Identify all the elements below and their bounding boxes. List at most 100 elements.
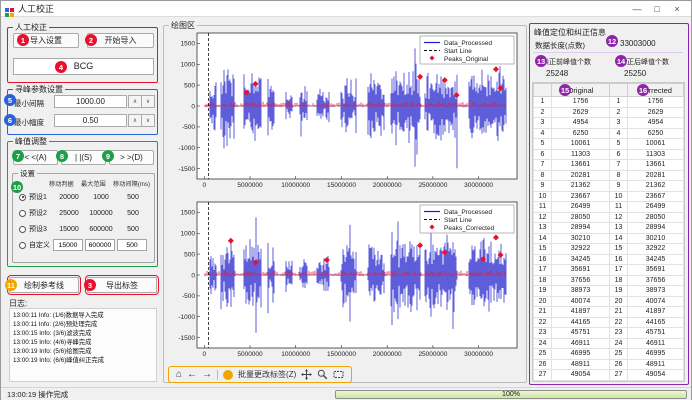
- chart-top[interactable]: 150010005000-500-1000-150005000000100000…: [167, 28, 523, 196]
- annotation-marker-13: 13: [535, 55, 547, 67]
- min-interval-down-icon[interactable]: ∨: [141, 95, 155, 108]
- peaks-table-cell: 20281: [552, 170, 610, 181]
- log-line: 13:00:15 Info: (4/6)寻峰完成: [13, 338, 153, 347]
- rect-zoom-icon[interactable]: [333, 369, 344, 380]
- peaks-table-row[interactable]: 10236671023667: [534, 191, 684, 202]
- peaks-table-cell: 13: [534, 223, 552, 234]
- peaks-table-cell: 10061: [628, 139, 684, 150]
- peaks-table-cell: 35691: [628, 265, 684, 276]
- svg-text:15000000: 15000000: [327, 351, 356, 358]
- log-line: 13:00:11 Info: (2/6)预处理完成: [13, 320, 153, 329]
- peaks-table-cell: 21: [610, 307, 628, 318]
- peaks-table-row[interactable]: 510061510061: [534, 139, 684, 150]
- annotation-marker-5: 5: [4, 94, 16, 106]
- peaks-table-row[interactable]: 20400742040074: [534, 296, 684, 307]
- peaks-table-cell: 3: [610, 118, 628, 129]
- close-button[interactable]: ×: [667, 1, 687, 16]
- peaks-table-row[interactable]: 611303611303: [534, 149, 684, 160]
- peaks-table-row[interactable]: 17356911735691: [534, 265, 684, 276]
- peaks-table-row[interactable]: 24469112446911: [534, 338, 684, 349]
- peaks-table-row[interactable]: 12280501228050: [534, 212, 684, 223]
- peaks-table-row[interactable]: 21418972141897: [534, 307, 684, 318]
- peaks-table-cell: 6: [610, 149, 628, 160]
- peaks-table-row[interactable]: 921362921362: [534, 181, 684, 192]
- min-interval-input[interactable]: [54, 95, 127, 108]
- batch-edit-icon[interactable]: [223, 370, 233, 380]
- move-right-button[interactable]: > >(D): [109, 150, 154, 165]
- peaks-table-cell: 26499: [628, 202, 684, 213]
- peaks-table-cell: 40074: [628, 296, 684, 307]
- peaks-table-row[interactable]: 23457512345751: [534, 328, 684, 339]
- back-icon[interactable]: ←: [187, 370, 197, 380]
- preset-value-input[interactable]: [85, 239, 115, 251]
- peaks-table-cell: 24: [610, 338, 628, 349]
- min-interval-label: 最小间隔: [14, 98, 44, 109]
- preset-label: 预设2: [29, 208, 53, 218]
- minimize-button[interactable]: —: [627, 1, 647, 16]
- data-length-value: 33003000: [620, 39, 656, 48]
- peaks-table-row[interactable]: 713661713661: [534, 160, 684, 171]
- peaks-table-row[interactable]: 19389731938973: [534, 286, 684, 297]
- peaks-table-row[interactable]: 18376561837656: [534, 275, 684, 286]
- peaks-table-row[interactable]: 4625046250: [534, 128, 684, 139]
- draw-reference-button[interactable]: 绘制参考线: [9, 277, 79, 293]
- peaks-table-row[interactable]: 11264991126499: [534, 202, 684, 213]
- peaks-table-cell: 45751: [628, 328, 684, 339]
- annotation-marker-11: 11: [5, 279, 17, 291]
- batch-edit-label[interactable]: 批量更改标签(Z): [238, 369, 296, 380]
- preset-radio[interactable]: [19, 226, 26, 233]
- peaks-table-cell: 40074: [552, 296, 610, 307]
- chart-bottom[interactable]: 150010005000-500-1000-150005000000100000…: [167, 197, 523, 365]
- min-interval-up-icon[interactable]: ∧: [128, 95, 142, 108]
- min-amplitude-input[interactable]: [54, 114, 127, 127]
- signal-type-select[interactable]: BCG: [13, 58, 154, 75]
- maximize-button[interactable]: □: [647, 1, 667, 16]
- peaks-table-cell: 34245: [628, 254, 684, 265]
- preset-radio[interactable]: [19, 210, 26, 217]
- peaks-table-row[interactable]: 1175611756: [534, 97, 684, 108]
- corrected-index-header: [610, 84, 628, 97]
- preset-value-input[interactable]: [53, 239, 83, 251]
- log-box[interactable]: 13:00:11 Info: (1/6)数据导入完成13:00:11 Info:…: [9, 308, 157, 382]
- log-line: 13:00:11 Info: (1/6)数据导入完成: [13, 311, 153, 320]
- peaks-table-row[interactable]: 13289941328994: [534, 223, 684, 234]
- peaks-table-row[interactable]: 820281820281: [534, 170, 684, 181]
- preset-value: 500: [117, 194, 149, 201]
- peaks-table-row[interactable]: 22441652244165: [534, 317, 684, 328]
- peaks-table-row[interactable]: 16342451634245: [534, 254, 684, 265]
- preset-radio[interactable]: [19, 194, 26, 201]
- corrected-column-header[interactable]: Corrected: [628, 84, 684, 97]
- peaks-table-container[interactable]: Original Corrected 117561175622629226293…: [532, 82, 685, 382]
- peaks-table-row[interactable]: 27490542749054: [534, 370, 684, 381]
- move-settings-rows: 预设1200001000500预设225000100000500预设315000…: [16, 189, 151, 253]
- annotation-marker-9: 9: [102, 150, 114, 162]
- forward-icon[interactable]: →: [202, 370, 212, 380]
- peaks-table-cell: 2629: [552, 107, 610, 118]
- move-settings-title: 设置: [18, 168, 37, 179]
- peaks-table-row[interactable]: 2262922629: [534, 107, 684, 118]
- svg-text:Peaks_Original: Peaks_Original: [444, 56, 489, 63]
- export-labels-button[interactable]: 导出标签: [87, 277, 157, 293]
- peaks-table-row[interactable]: 15329221532922: [534, 244, 684, 255]
- preset-value-input[interactable]: [117, 239, 147, 251]
- peaks-table-row[interactable]: 3495434954: [534, 118, 684, 129]
- pan-icon[interactable]: [301, 369, 312, 380]
- preset-value: 600000: [85, 226, 117, 233]
- preset-value: 25000: [53, 210, 85, 217]
- zoom-icon[interactable]: [317, 369, 328, 380]
- svg-text:Data_Processed: Data_Processed: [444, 40, 492, 47]
- peaks-table-cell: 28050: [552, 212, 610, 223]
- home-icon[interactable]: ⌂: [176, 370, 182, 380]
- peaks-table-row[interactable]: 25469952546995: [534, 349, 684, 360]
- preset-label: 预设3: [29, 224, 53, 234]
- peaks-table-cell: 20: [534, 296, 552, 307]
- peaks-table-row[interactable]: 26489112648911: [534, 359, 684, 370]
- preset-radio[interactable]: [19, 242, 26, 249]
- min-amplitude-down-icon[interactable]: ∨: [141, 114, 155, 127]
- start-import-button[interactable]: 开始导入: [87, 33, 154, 48]
- peaks-table-row[interactable]: 14302101430210: [534, 233, 684, 244]
- min-amplitude-up-icon[interactable]: ∧: [128, 114, 142, 127]
- peaks-table-cell: 23667: [552, 191, 610, 202]
- peaks-table-cell: 25: [534, 349, 552, 360]
- peaks-table-cell: 21362: [628, 181, 684, 192]
